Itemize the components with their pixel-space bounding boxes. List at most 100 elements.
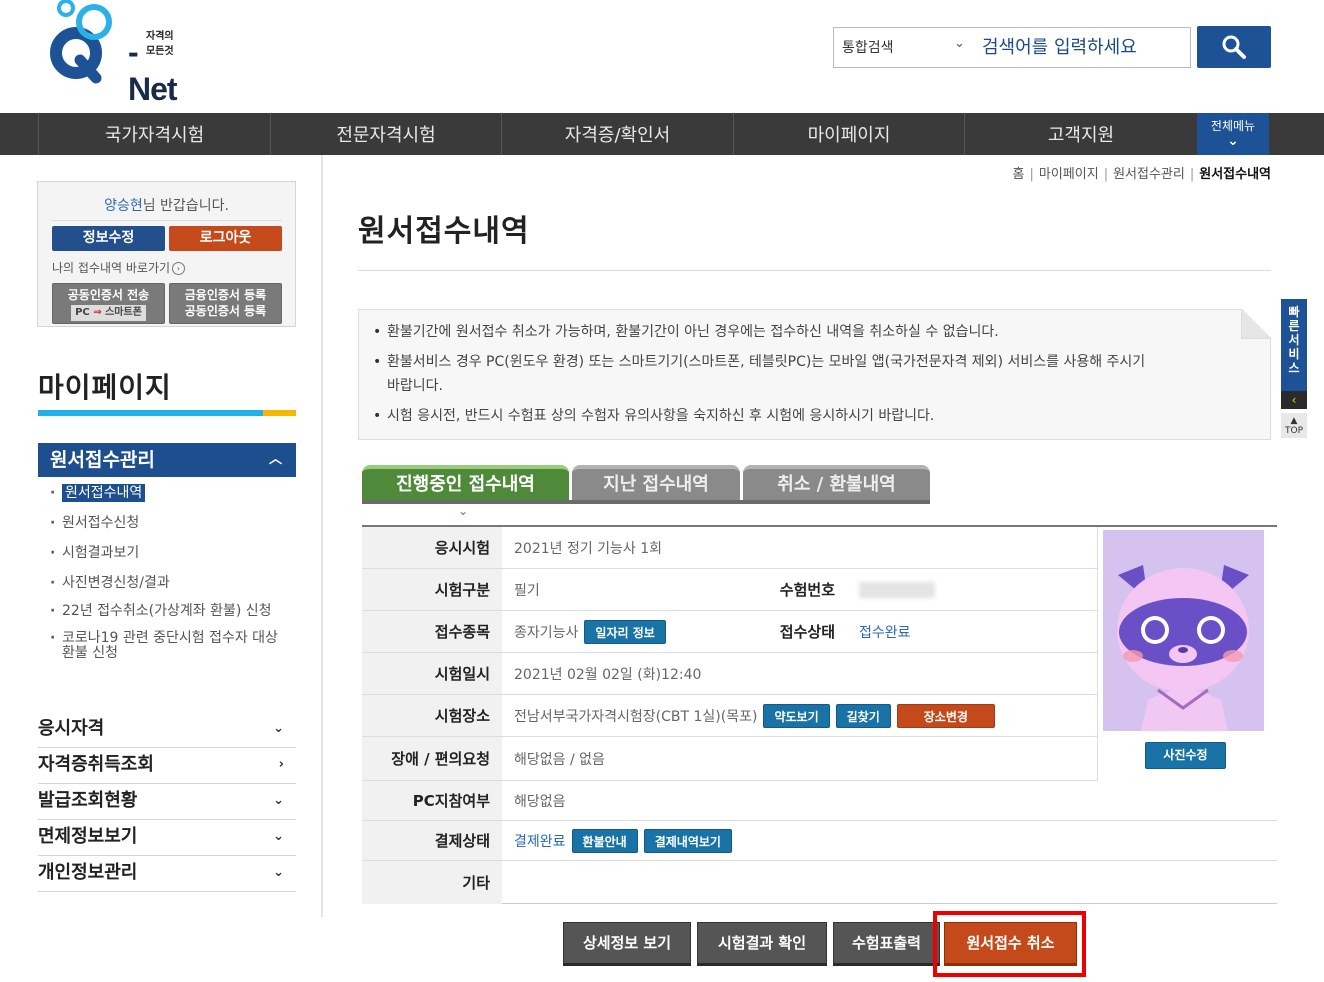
table-row: PC지참여부 해당없음 <box>362 781 1277 821</box>
table-row: 기타 <box>362 861 1277 904</box>
user-name: 양승현 <box>104 198 143 214</box>
sidebar-item-personal-info[interactable]: 개인정보관리 ⌄ <box>38 856 296 892</box>
submenu-label: 원서접수신청 <box>62 515 140 531</box>
submenu-item-photo-change[interactable]: 사진변경신청/결과 <box>50 574 290 592</box>
login-box: 양승현님 반갑습니다. 정보수정 로그아웃 나의 접수내역 바로가기 › 공동인증… <box>37 181 296 327</box>
logout-button[interactable]: 로그아웃 <box>169 226 282 251</box>
exam-type-label: 시험구분 <box>362 569 502 610</box>
check-results-button[interactable]: 시험결과 확인 <box>697 922 827 966</box>
route-button[interactable]: 길찾기 <box>835 703 891 728</box>
search-input[interactable] <box>982 28 1190 67</box>
raccoon-avatar-image <box>1103 530 1264 731</box>
table-row: 시험구분 필기 수험번호 <box>362 569 1097 611</box>
tab-current-applications[interactable]: 진행중인 접수내역 <box>362 465 569 501</box>
sidebar-item-label: 면제정보보기 <box>38 826 138 847</box>
gnb-item-certificate[interactable]: 자격증/확인서 <box>501 113 733 155</box>
payment-cell: 결제완료 환불안내 결제내역보기 <box>502 821 1277 860</box>
greeting-text: 님 반갑습니다. <box>142 198 229 214</box>
sidebar-item-cert-acquisition[interactable]: 자격증취득조회 › <box>38 748 296 784</box>
refund-info-button[interactable]: 환불안내 <box>571 828 638 853</box>
sidebar-title: 마이페이지 <box>38 371 172 404</box>
my-applications-shortcut[interactable]: 나의 접수내역 바로가기 › <box>52 259 186 276</box>
cancel-application-button[interactable]: 원서접수 취소 <box>944 922 1077 966</box>
place-cell: 전남서부국가자격시험장(CBT 1실)(목포) 약도보기 길찾기 장소변경 <box>502 695 1097 736</box>
submenu-item-apply[interactable]: 원서접수신청 <box>50 514 290 532</box>
sidebar-item-issuance-status[interactable]: 발급조회현황 ⌄ <box>38 784 296 820</box>
payment-history-button[interactable]: 결제내역보기 <box>643 828 732 853</box>
pc-label: PC지참여부 <box>362 781 502 820</box>
submenu-item-covid-refund[interactable]: 코로나19 관련 중단시험 접수자 대상 환불 신청 <box>50 631 290 661</box>
submenu-item-22-refund[interactable]: 22년 접수취소(가상계좌 환불) 신청 <box>50 604 290 620</box>
column-divider <box>1097 527 1098 781</box>
notice-item: 환불기간에 원서접수 취소가 가능하며, 환불기간이 아닌 경우에는 접수하신 … <box>373 320 1256 344</box>
search-button[interactable] <box>1197 26 1271 68</box>
chevron-down-icon: ⌄ <box>273 829 284 844</box>
gnb-item-mypage[interactable]: 마이페이지 <box>733 113 964 155</box>
view-details-button[interactable]: 상세정보 보기 <box>563 922 691 966</box>
payment-value[interactable]: 결제완료 <box>514 831 566 851</box>
chevron-down-icon: ⌄ <box>1227 133 1239 149</box>
sidebar-section-application[interactable]: 원서접수관리 ︿ <box>38 443 296 477</box>
search-category-select[interactable]: 통합검색 <box>842 37 894 57</box>
breadcrumb: 홈 | 마이페이지 | 원서접수관리 | 원서접수내역 <box>1013 163 1271 182</box>
chevron-down-icon: ⌄ <box>273 721 284 736</box>
fin-cert-register-button[interactable]: 금융인증서 등록 공동인증서 등록 <box>169 283 282 324</box>
breadcrumb-mypage[interactable]: 마이페이지 <box>1039 167 1099 182</box>
fin-cert-label: 금융인증서 등록 <box>184 288 267 302</box>
edit-photo-button[interactable]: 사진수정 <box>1145 742 1226 769</box>
notice-item: 시험 응시전, 반드시 수험표 상의 수험자 유의사항을 숙지하신 후 시험에 … <box>373 404 1256 428</box>
exam-number-value <box>847 569 1097 610</box>
gnb-item-support[interactable]: 고객지원 <box>964 113 1197 155</box>
gnb-item-professional-exam[interactable]: 전문자격시험 <box>270 113 501 155</box>
sidebar-section-label: 원서접수관리 <box>50 449 155 471</box>
edit-profile-button[interactable]: 정보수정 <box>52 226 165 251</box>
quick-service-panel: 빠른서비스 ‹ ▲ TOP <box>1281 299 1307 438</box>
tab-baseline <box>362 500 930 504</box>
cert-transfer-label: 공동인증서 전송 <box>67 288 150 302</box>
payment-label: 결제상태 <box>362 821 502 860</box>
notice-item: 환불서비스 경우 PC(윈도우 환경) 또는 스마트기기(스마트폰, 테블릿PC… <box>373 350 1256 398</box>
subject-cell: 종자기능사 일자리 정보 <box>502 611 752 652</box>
sidebar-item-exemption[interactable]: 면제정보보기 ⌄ <box>38 820 296 856</box>
arrow-right-icon: ⇒ <box>93 307 102 318</box>
all-menu-label: 전체메뉴 <box>1210 119 1256 133</box>
search-box: 통합검색 ⌄ <box>833 27 1191 68</box>
submenu-label: 사진변경신청/결과 <box>62 575 170 591</box>
status-label: 접수상태 <box>752 611 847 652</box>
tab-cancel-refund[interactable]: 취소 / 환불내역 <box>743 465 930 501</box>
map-button[interactable]: 약도보기 <box>763 703 830 728</box>
print-admission-ticket-button[interactable]: 수험표출력 <box>833 922 940 966</box>
title-underline <box>38 410 263 416</box>
qnet-logo[interactable]: 자격의 모든것 -Net <box>36 0 186 107</box>
caret-up-icon: ▲ <box>1290 416 1298 426</box>
job-info-button[interactable]: 일자리 정보 <box>584 619 666 644</box>
submenu-item-results[interactable]: 시험결과보기 <box>50 544 290 562</box>
chevron-right-icon: › <box>278 757 284 772</box>
submenu-item-application-history[interactable]: 원서접수내역 <box>50 484 290 502</box>
scroll-top-button[interactable]: ▲ TOP <box>1281 413 1307 438</box>
welcome-message: 양승현님 반갑습니다. <box>38 195 295 215</box>
breadcrumb-home[interactable]: 홈 <box>1013 167 1025 182</box>
place-label: 시험장소 <box>362 695 502 736</box>
pc-value: 해당없음 <box>514 793 566 810</box>
table-row: 장애 / 편의요청 해당없음 / 없음 <box>362 737 1097 781</box>
tab-past-applications[interactable]: 지난 접수내역 <box>572 465 740 501</box>
submenu-label: 코로나19 관련 중단시험 접수자 대상 환불 신청 <box>62 630 278 661</box>
title-underline-accent <box>263 410 296 416</box>
sidebar-submenu: 원서접수내역 원서접수신청 시험결과보기 사진변경신청/결과 22년 접수취소(… <box>50 484 290 673</box>
disability-value: 해당없음 / 없음 <box>514 751 605 768</box>
gnb-item-national-exam[interactable]: 국가자격시험 <box>38 113 270 155</box>
sidebar-item-label: 자격증취득조회 <box>38 754 154 775</box>
status-value[interactable]: 접수완료 <box>859 622 911 642</box>
change-place-button[interactable]: 장소변경 <box>896 703 995 728</box>
sidebar-item-eligibility[interactable]: 응시자격 ⌄ <box>38 712 296 748</box>
breadcrumb-application-mgmt[interactable]: 원서접수관리 <box>1113 167 1185 182</box>
cert-transfer-sub: PC ⇒ 스마트폰 <box>71 305 146 321</box>
place-value: 전남서부국가자격시험장(CBT 1실)(목포) <box>514 708 758 725</box>
all-menu-button[interactable]: 전체메뉴 ⌄ <box>1197 113 1269 155</box>
divider <box>52 220 282 221</box>
cert-transfer-button[interactable]: 공동인증서 전송 PC ⇒ 스마트폰 <box>52 283 165 324</box>
table-row: 시험장소 전남서부국가자격시험장(CBT 1실)(목포) 약도보기 길찾기 장소… <box>362 695 1097 737</box>
status-cell: 접수완료 <box>847 611 1097 652</box>
chevron-left-icon[interactable]: ‹ <box>1281 391 1307 409</box>
